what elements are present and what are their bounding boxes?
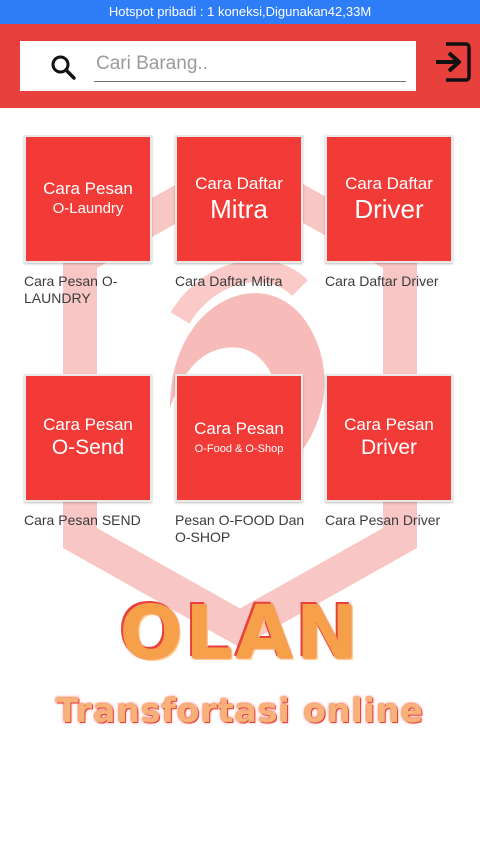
menu-item-cara-pesan-driver[interactable]: Cara Pesan Driver Cara Pesan Driver: [325, 374, 457, 529]
menu-caption: Cara Pesan SEND: [24, 512, 141, 528]
brand-logo: OLAN Transfortasi online: [0, 593, 480, 730]
brand-title: OLAN: [119, 590, 361, 676]
menu-caption: Cara Pesan O-LAUNDRY: [24, 273, 118, 306]
search-bar: [20, 41, 416, 91]
menu-tile[interactable]: Cara Pesan Driver: [325, 374, 453, 502]
menu-tile[interactable]: Cara Pesan O-Laundry: [24, 135, 152, 263]
menu-item-pesan-food-shop[interactable]: Cara Pesan O-Food & O-Shop Pesan O-FOOD …: [175, 374, 307, 546]
menu-tile[interactable]: Cara Daftar Driver: [325, 135, 453, 263]
tile-line1: Cara Pesan: [344, 415, 434, 434]
tile-line2: Driver: [354, 194, 424, 224]
main-content: Cara Pesan O-Laundry Cara Pesan O-LAUNDR…: [0, 108, 480, 853]
brand-subtitle: Transfortasi online: [55, 691, 424, 730]
tile-line1: Cara Daftar: [345, 174, 433, 193]
tile-line1: Cara Pesan: [43, 179, 133, 198]
tile-line1: Cara Pesan: [194, 419, 284, 438]
status-bar: Hotspot pribadi : 1 koneksi,Digunakan42,…: [0, 0, 480, 24]
menu-tile[interactable]: Cara Pesan O-Send: [24, 374, 152, 502]
tile-line1: Cara Pesan: [43, 415, 133, 434]
menu-item-cara-daftar-driver[interactable]: Cara Daftar Driver Cara Daftar Driver: [325, 135, 457, 290]
menu-tile[interactable]: Cara Daftar Mitra: [175, 135, 303, 263]
tile-line2: O-Food & O-Shop: [194, 443, 284, 455]
menu-item-cara-daftar-mitra[interactable]: Cara Daftar Mitra Cara Daftar Mitra: [175, 135, 307, 290]
search-icon[interactable]: [50, 54, 76, 80]
menu-caption: Cara Daftar Mitra: [175, 273, 283, 289]
tile-line1: Cara Daftar: [195, 174, 283, 193]
tile-line2: Driver: [361, 436, 417, 459]
tile-line2: O-Laundry: [52, 200, 124, 217]
app-header: [0, 24, 480, 108]
menu-caption: Pesan O-FOOD Dan O-SHOP: [175, 512, 305, 545]
menu-item-cara-pesan-send[interactable]: Cara Pesan O-Send Cara Pesan SEND: [24, 374, 156, 529]
menu-tile[interactable]: Cara Pesan O-Food & O-Shop: [175, 374, 303, 502]
tile-line2: O-Send: [51, 436, 125, 459]
search-input[interactable]: [94, 47, 406, 82]
status-bar-text: Hotspot pribadi : 1 koneksi,Digunakan42,…: [108, 4, 372, 19]
logout-icon[interactable]: [432, 40, 472, 84]
tile-line2: Mitra: [210, 194, 268, 224]
menu-item-cara-pesan-laundry[interactable]: Cara Pesan O-Laundry Cara Pesan O-LAUNDR…: [24, 135, 156, 307]
menu-caption: Cara Daftar Driver: [325, 273, 439, 289]
menu-caption: Cara Pesan Driver: [325, 512, 441, 528]
